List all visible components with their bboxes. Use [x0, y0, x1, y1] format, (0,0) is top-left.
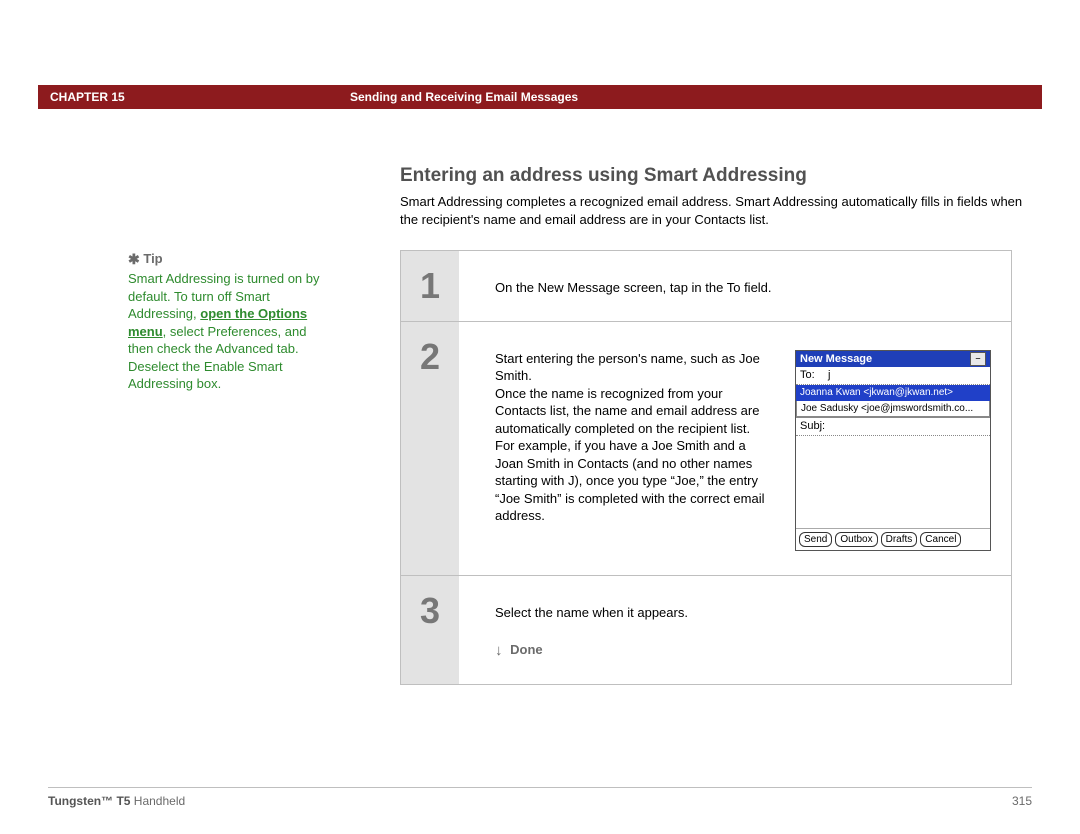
pda-outbox-button[interactable]: Outbox: [835, 532, 877, 547]
pda-suggestion-list: Joanna Kwan <jkwan@jkwan.net> Joe Sadusk…: [796, 385, 990, 417]
step-text: Select the name when it appears.: [495, 604, 991, 622]
step-number: 1: [401, 251, 459, 321]
page-intro: Smart Addressing completes a recognized …: [400, 193, 1032, 228]
pda-suggestion-selected[interactable]: Joanna Kwan <jkwan@jkwan.net>: [796, 385, 990, 401]
step-body: Start entering the person's name, such a…: [459, 322, 1011, 576]
pda-cancel-button[interactable]: Cancel: [920, 532, 961, 547]
pda-to-row: To: j: [796, 367, 990, 385]
pda-subj-row: Subj:: [796, 417, 990, 436]
steps-panel: 1 On the New Message screen, tap in the …: [400, 250, 1012, 685]
step-body: Select the name when it appears. ↓ Done: [459, 576, 1011, 684]
tip-header: ✱ Tip: [128, 250, 328, 267]
step-text: On the New Message screen, tap in the To…: [495, 279, 991, 297]
chapter-label: CHAPTER 15: [38, 90, 350, 104]
step-row: 2 Start entering the person's name, such…: [401, 322, 1011, 577]
content: Entering an address using Smart Addressi…: [400, 165, 1032, 228]
footer-product-bold: Tungsten™ T5: [48, 794, 130, 808]
step-number: 3: [401, 576, 459, 684]
pda-to-label: To:: [800, 368, 828, 383]
footer-product-rest: Handheld: [130, 794, 185, 808]
pda-screenshot: New Message – To: j Joanna Kwan <jkwan@j…: [795, 350, 991, 552]
pda-to-input[interactable]: j: [828, 368, 986, 383]
minimize-icon[interactable]: –: [970, 352, 986, 366]
pda-titlebar: New Message –: [796, 351, 990, 368]
tip-body: Smart Addressing is turned on by default…: [128, 270, 328, 393]
tip-label: Tip: [143, 251, 162, 266]
footer: Tungsten™ T5 Handheld 315: [48, 787, 1032, 808]
asterisk-icon: ✱: [128, 251, 140, 267]
arrow-down-icon: ↓: [495, 641, 503, 661]
pda-suggestion-option[interactable]: Joe Sadusky <joe@jmswordsmith.co...: [796, 401, 990, 418]
pda-subj-label: Subj:: [800, 420, 825, 432]
step-body: On the New Message screen, tap in the To…: [459, 251, 1011, 321]
done-row: ↓ Done: [495, 640, 991, 660]
tip-sidebar: ✱ Tip Smart Addressing is turned on by d…: [128, 250, 328, 393]
pda-title-text: New Message: [800, 352, 872, 367]
pda-drafts-button[interactable]: Drafts: [881, 532, 918, 547]
step-text: Start entering the person's name, such a…: [495, 350, 771, 525]
step-row: 1 On the New Message screen, tap in the …: [401, 251, 1011, 322]
footer-product: Tungsten™ T5 Handheld: [48, 794, 185, 808]
header-bar: CHAPTER 15 Sending and Receiving Email M…: [38, 85, 1042, 109]
footer-page-number: 315: [1012, 794, 1032, 808]
pda-body[interactable]: [796, 436, 990, 528]
step-row: 3 Select the name when it appears. ↓ Don…: [401, 576, 1011, 684]
header-title: Sending and Receiving Email Messages: [350, 90, 578, 104]
pda-send-button[interactable]: Send: [799, 532, 832, 547]
pda-buttons: Send Outbox Drafts Cancel: [796, 528, 990, 550]
done-label: Done: [510, 642, 543, 657]
step-number: 2: [401, 322, 459, 576]
page-title: Entering an address using Smart Addressi…: [400, 165, 1032, 187]
